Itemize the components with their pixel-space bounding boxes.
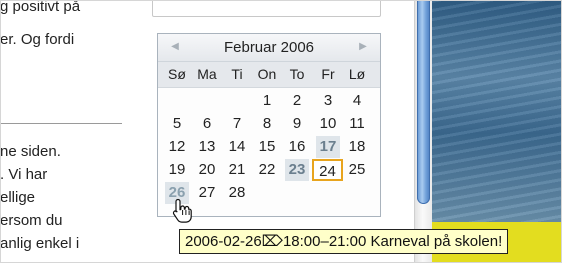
calendar-day[interactable]: 21 [225,159,249,181]
weekday-label: Sø [168,66,186,82]
calendar-day[interactable]: 3 [316,90,340,112]
calendar-day[interactable]: 11 [345,113,369,135]
text-line: er. Og fordi [0,31,75,48]
calendar-day[interactable]: 6 [195,113,219,135]
page-text: g positivt på er. Og fordi ne siden. . V… [0,0,150,263]
weekday-label: Ti [231,66,243,82]
text-line: ne siden. [0,143,61,160]
calendar-day[interactable]: 9 [285,113,309,135]
calendar-day[interactable]: 14 [225,136,249,158]
screenshot: g positivt på er. Og fordi ne siden. . V… [0,0,562,263]
month-title: Februar 2006 [223,39,315,56]
calendar-day[interactable]: 24 [312,159,343,181]
scrollbar-thumb[interactable] [417,0,430,204]
calendar-day[interactable]: 13 [195,136,219,158]
calendar-day[interactable]: 22 [255,159,279,181]
calendar-day[interactable]: 15 [255,136,279,158]
calendar-day[interactable]: 19 [165,159,189,181]
chevron-right-icon[interactable]: ▶ [356,40,370,54]
calendar-popup: ◀ Februar 2006 ▶ Sø Ma Ti On To Fr Lø 12… [157,33,381,217]
calendar-day[interactable]: 8 [255,113,279,135]
background-photo [431,0,562,222]
calendar-day[interactable]: 25 [345,159,369,181]
text-line: g positivt på [0,0,81,15]
calendar-day[interactable]: 17 [316,136,340,158]
text-line: ellige [0,189,36,206]
calendar-day[interactable]: 16 [285,136,309,158]
text-line: ersom du [0,212,63,229]
calendar-header: ◀ Februar 2006 ▶ [158,34,380,62]
calendar-day[interactable]: 2 [285,90,309,112]
calendar-day[interactable]: 27 [195,182,219,204]
pointing-hand-cursor-icon [172,198,192,223]
calendar-day[interactable]: 1 [255,90,279,112]
text-line: anlig enkel i [0,235,80,252]
calendar-day[interactable]: 5 [165,113,189,135]
calendar-day[interactable]: 20 [195,159,219,181]
event-tooltip: 2006-02-26⌦18:00–21:00 Karneval på skole… [179,229,509,254]
calendar-day[interactable]: 4 [345,90,369,112]
weekday-label: Fr [321,66,335,82]
vertical-scrollbar[interactable] [414,0,432,263]
calendar-day[interactable]: 23 [285,159,309,181]
calendar-day[interactable]: 28 [225,182,249,204]
calendar-day[interactable]: 18 [345,136,369,158]
chevron-left-icon[interactable]: ◀ [168,40,182,54]
weekday-label: Ma [197,66,217,82]
calendar-day[interactable]: 7 [225,113,249,135]
weekday-row: Sø Ma Ti On To Fr Lø [158,62,380,88]
calendar-day[interactable]: 10 [316,113,340,135]
weekday-label: To [289,66,305,82]
weekday-label: On [257,66,277,82]
divider [0,123,122,124]
weekday-label: Lø [348,66,366,82]
text-line: . Vi har [0,166,48,183]
date-input-field[interactable] [152,0,381,17]
calendar-day[interactable]: 12 [165,136,189,158]
